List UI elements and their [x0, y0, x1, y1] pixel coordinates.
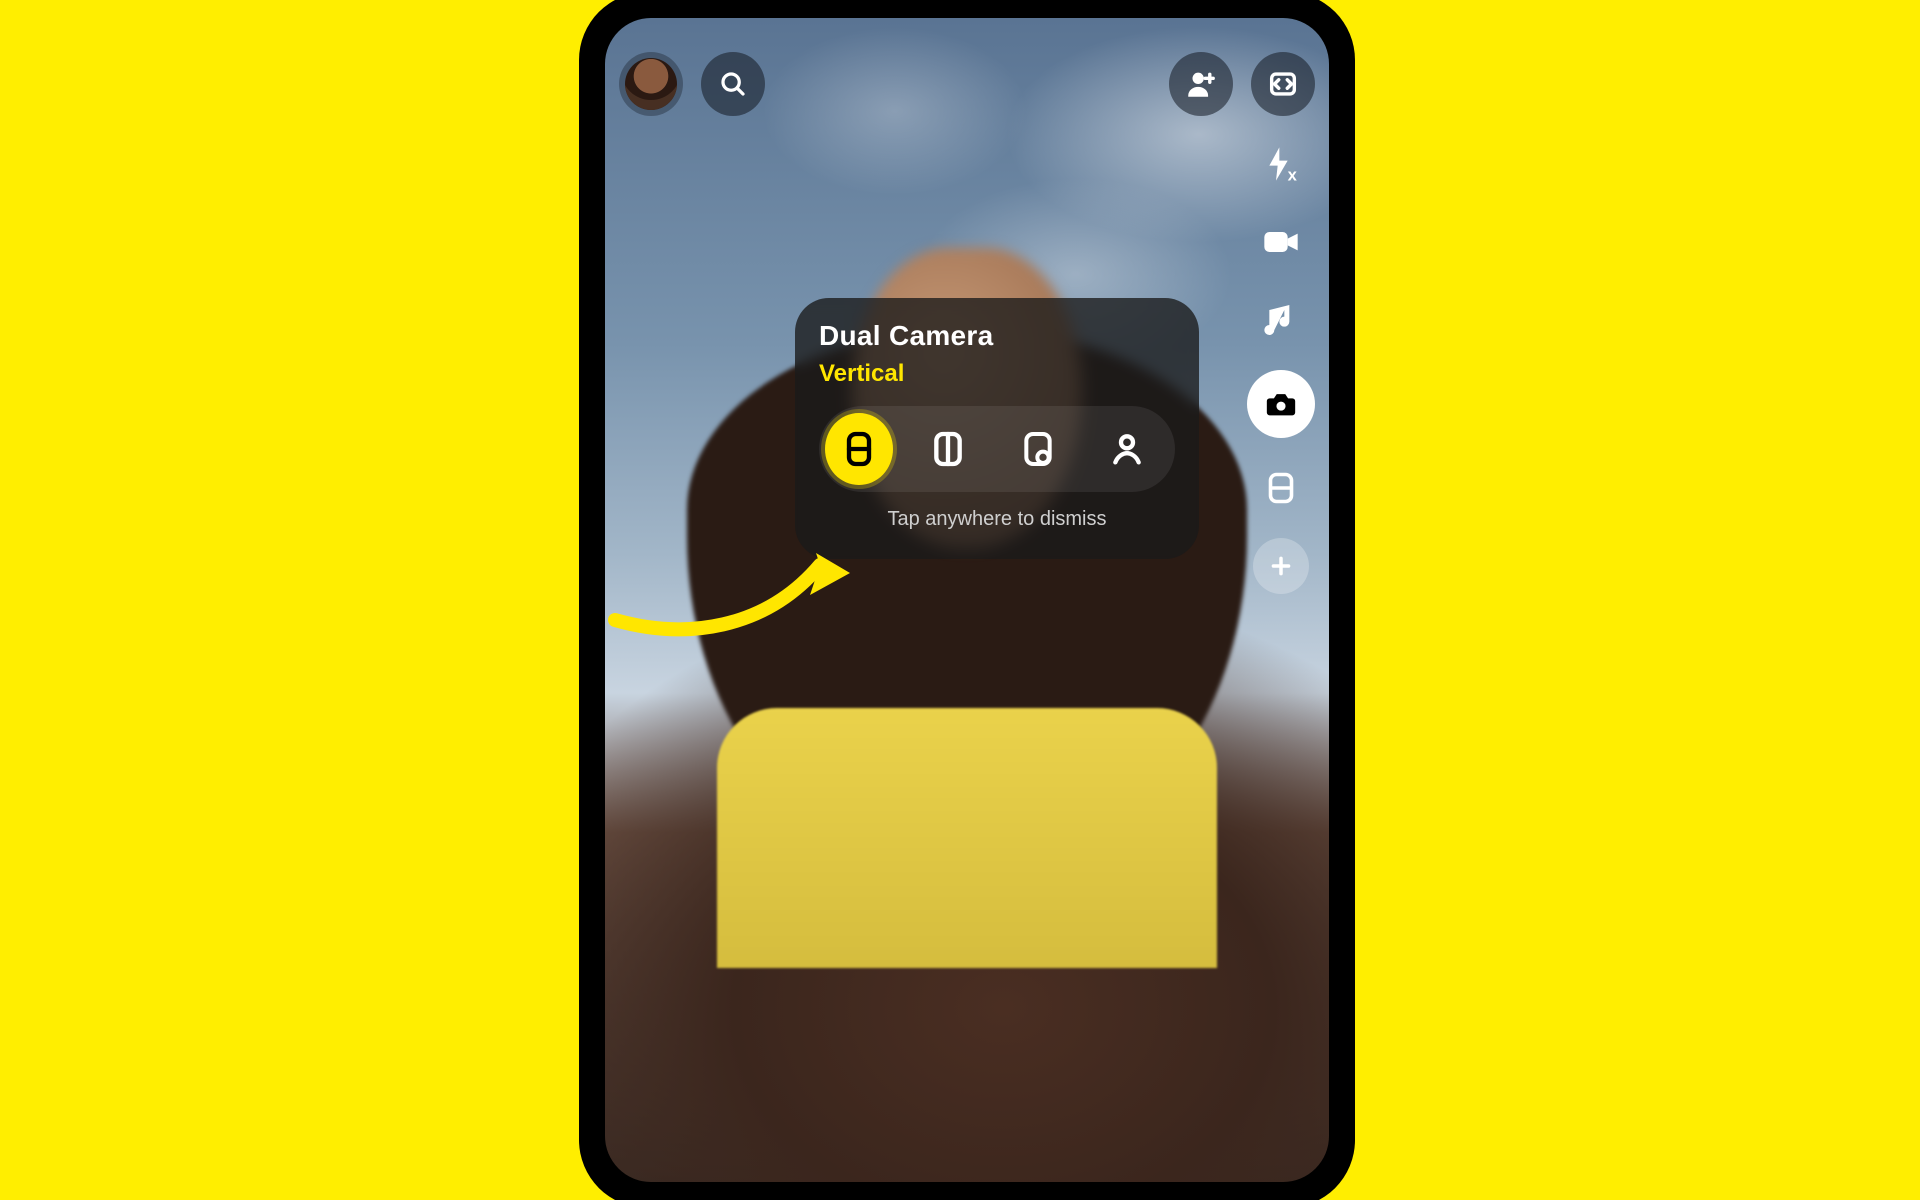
sky-backdrop: [605, 18, 1329, 1182]
flash-toggle[interactable]: x: [1253, 136, 1309, 192]
add-friend-icon: [1184, 67, 1218, 101]
split-vertical-icon: [928, 429, 968, 469]
bitmoji-icon: [625, 58, 677, 110]
flash-off-icon: x: [1261, 144, 1301, 184]
layout-option-cutout[interactable]: [1094, 413, 1162, 485]
profile-avatar-button[interactable]: [619, 52, 683, 116]
add-friend-button[interactable]: [1169, 52, 1233, 116]
tooltip-title: Dual Camera: [819, 320, 1175, 352]
add-tool-button[interactable]: [1253, 538, 1309, 594]
video-add-button[interactable]: [1253, 214, 1309, 270]
flip-camera-icon: [1266, 67, 1300, 101]
layout-option-vertical[interactable]: [825, 413, 893, 485]
search-icon: [718, 69, 748, 99]
svg-text:x: x: [1288, 166, 1298, 184]
layout-option-horizontal[interactable]: [915, 413, 983, 485]
camera-tools-rail: x: [1247, 136, 1315, 594]
plus-icon: [1267, 552, 1295, 580]
search-button[interactable]: [701, 52, 765, 116]
layout-option-row: [819, 406, 1175, 492]
dual-layout-button[interactable]: [1253, 460, 1309, 516]
tooltip-dismiss-hint: Tap anywhere to dismiss: [819, 508, 1175, 531]
video-add-icon: [1261, 222, 1301, 262]
layout-option-pip[interactable]: [1004, 413, 1072, 485]
music-icon: [1261, 300, 1301, 340]
split-horizontal-icon: [839, 429, 879, 469]
phone-frame: x Dual Camera: [587, 0, 1347, 1200]
camera-icon: [1264, 387, 1298, 421]
flip-camera-button[interactable]: [1251, 52, 1315, 116]
promo-stage: x Dual Camera: [232, 0, 1688, 816]
person-icon: [1107, 429, 1147, 469]
camera-viewfinder[interactable]: x Dual Camera: [605, 18, 1329, 1182]
camera-options-button[interactable]: [1247, 370, 1315, 438]
pip-icon: [1018, 429, 1058, 469]
dual-camera-tooltip[interactable]: Dual Camera Vertical Tap: [795, 298, 1199, 559]
music-button[interactable]: [1253, 292, 1309, 348]
tooltip-selected-label: Vertical: [819, 360, 1175, 388]
split-horizontal-icon: [1263, 470, 1299, 506]
